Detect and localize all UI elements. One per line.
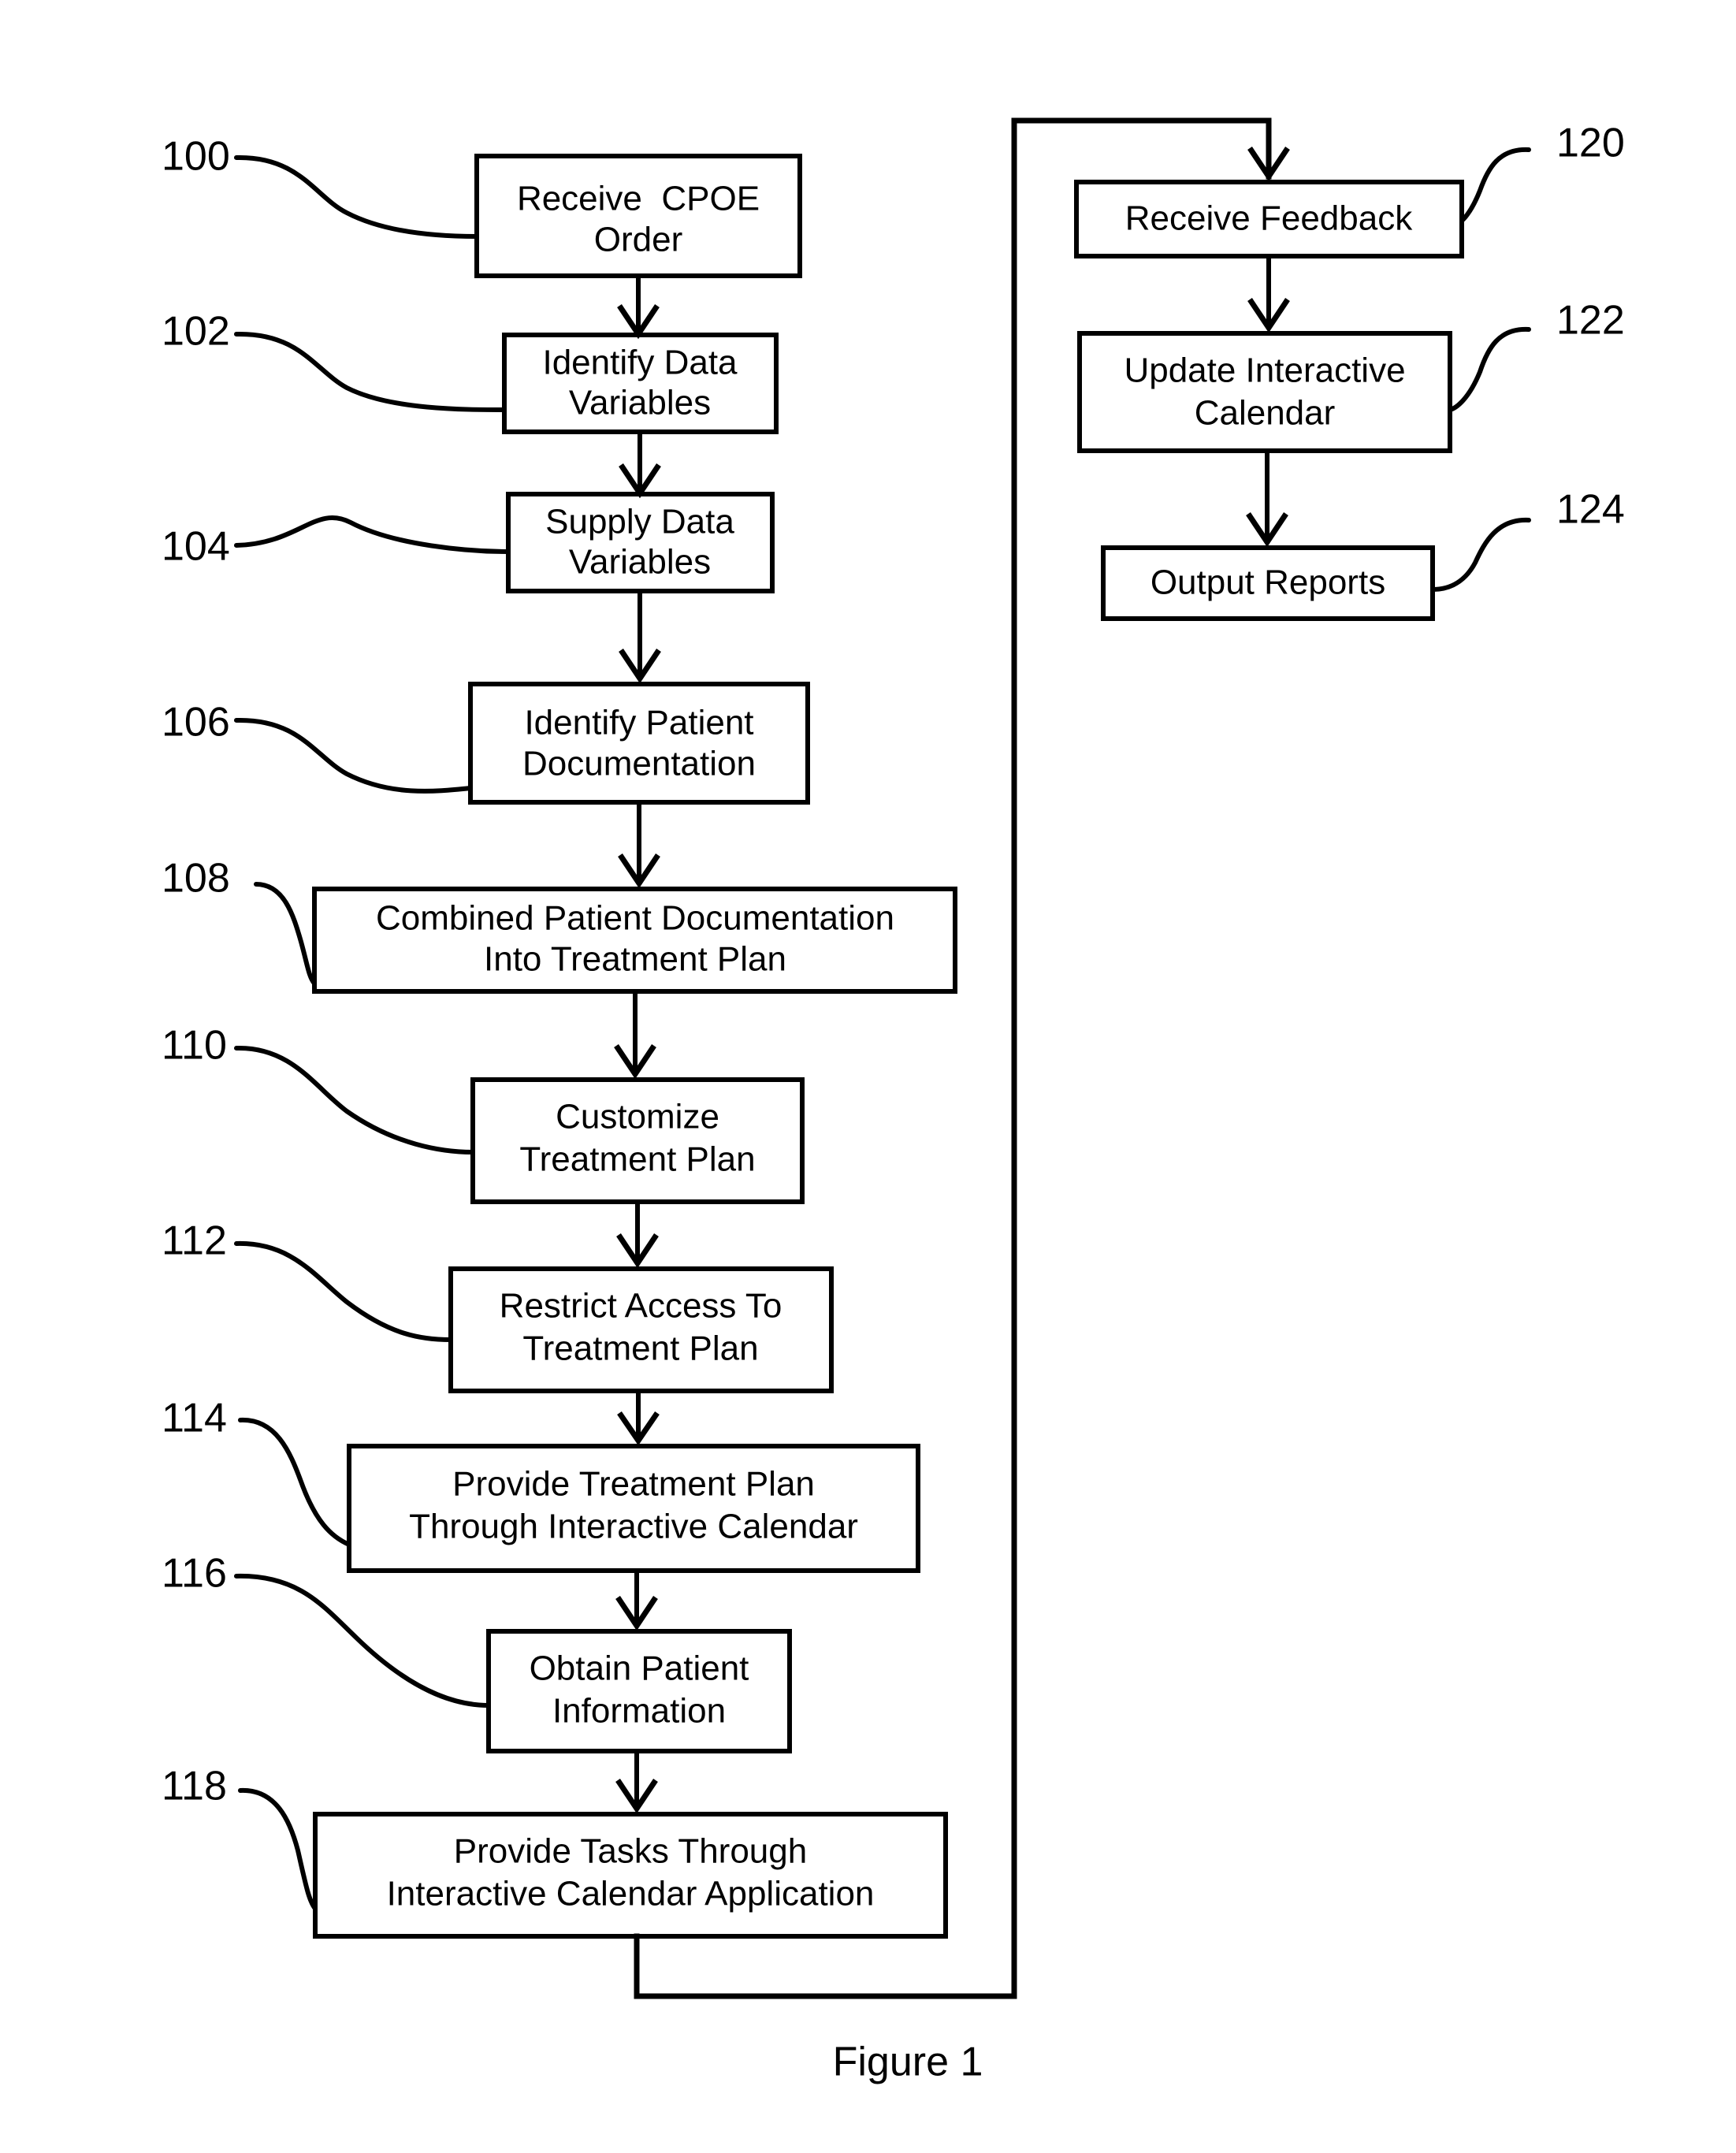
process-box-118-line2: Interactive Calendar Application (387, 1875, 875, 1913)
process-box-122-line1: Update Interactive (1124, 351, 1405, 390)
process-box-114-line1: Provide Treatment Plan (452, 1465, 815, 1504)
connector-116-to-118 (615, 1751, 658, 1814)
ref-label-114: 114 (162, 1396, 227, 1441)
connector-102-to-104 (619, 432, 661, 499)
process-box-102-line2: Variables (569, 384, 711, 422)
process-box-100-line2: Order (594, 221, 682, 259)
leader-line-110 (234, 1045, 475, 1155)
ref-label-108: 108 (162, 856, 230, 902)
ref-label-104: 104 (162, 524, 230, 570)
process-box-112-line2: Treatment Plan (522, 1329, 758, 1368)
ref-label-122: 122 (1556, 298, 1625, 344)
process-box-106-line2: Documentation (522, 745, 756, 783)
process-box-120-line1: Receive Feedback (1125, 199, 1413, 238)
process-box-110-line2: Treatment Plan (519, 1140, 755, 1179)
connector-112-to-114 (617, 1391, 660, 1446)
process-box-114: Provide Treatment Plan Through Interacti… (347, 1444, 920, 1573)
connector-106-to-108 (618, 802, 660, 889)
process-box-104-line1: Supply Data (545, 503, 734, 541)
leader-line-108 (254, 882, 317, 986)
figure-canvas: Receive CPOE Order Identify Data Variabl… (0, 0, 1736, 2153)
process-box-118-line1: Provide Tasks Through (454, 1832, 807, 1871)
connector-110-to-112 (616, 1202, 659, 1269)
process-box-116-line2: Information (552, 1692, 726, 1731)
process-box-122-line2: Calendar (1195, 394, 1336, 433)
ref-label-120: 120 (1556, 121, 1625, 166)
process-box-108-line2: Into Treatment Plan (484, 940, 786, 979)
process-box-100-line1: Receive CPOE (517, 180, 760, 218)
ref-label-116: 116 (162, 1551, 227, 1597)
leader-line-106 (234, 717, 473, 794)
leader-line-100 (234, 154, 479, 239)
leader-line-124 (1430, 517, 1531, 592)
process-box-114-line2: Through Interactive Calendar (409, 1508, 858, 1546)
leader-line-116 (234, 1573, 491, 1708)
process-box-106: Identify Patient Documentation (468, 682, 810, 805)
process-box-100: Receive CPOE Order (474, 154, 802, 278)
process-box-118: Provide Tasks Through Interactive Calend… (313, 1812, 948, 1939)
process-box-112-line1: Restrict Access To (500, 1287, 783, 1326)
process-box-116-line1: Obtain Patient (530, 1649, 749, 1688)
process-box-110-line1: Customize (556, 1098, 719, 1136)
process-box-102-line1: Identify Data (542, 344, 738, 382)
leader-line-118 (238, 1787, 318, 1911)
leader-line-122 (1448, 326, 1531, 412)
connector-122-to-124 (1246, 451, 1288, 548)
connector-104-to-106 (619, 591, 661, 684)
ref-label-112: 112 (162, 1218, 227, 1264)
process-box-124: Output Reports (1101, 545, 1435, 621)
process-box-112: Restrict Access To Treatment Plan (448, 1266, 834, 1393)
figure-caption: Figure 1 (833, 2040, 983, 2085)
process-box-124-line1: Output Reports (1151, 563, 1385, 602)
ref-label-106: 106 (162, 700, 230, 746)
connector-114-to-116 (615, 1571, 658, 1631)
ref-label-102: 102 (162, 309, 230, 355)
ref-label-110: 110 (162, 1023, 227, 1069)
connector-120-to-122 (1247, 256, 1290, 333)
process-box-108-line1: Combined Patient Documentation (376, 899, 894, 938)
process-box-116: Obtain Patient Information (486, 1629, 792, 1753)
flowchart-diagram: Receive CPOE Order Identify Data Variabl… (162, 117, 1625, 2085)
leader-line-102 (234, 331, 507, 412)
ref-label-124: 124 (1556, 487, 1625, 533)
connector-100-to-102 (617, 276, 660, 340)
process-box-106-rect (468, 682, 810, 805)
process-box-104-line2: Variables (569, 543, 711, 582)
process-box-108: Combined Patient Documentation Into Trea… (312, 887, 957, 994)
process-box-104: Supply Data Variables (506, 492, 775, 593)
leader-line-104 (234, 515, 511, 554)
connector-108-to-110 (614, 991, 656, 1080)
leader-line-120 (1459, 147, 1531, 223)
process-box-102: Identify Data Variables (502, 333, 779, 434)
process-box-110: Customize Treatment Plan (470, 1077, 805, 1204)
ref-label-100: 100 (162, 134, 230, 180)
process-box-106-line1: Identify Patient (524, 704, 753, 742)
ref-label-118: 118 (162, 1764, 227, 1809)
process-box-122: Update Interactive Calendar (1077, 331, 1452, 453)
process-box-120: Receive Feedback (1074, 180, 1464, 258)
leader-line-114 (238, 1417, 351, 1547)
leader-line-112 (234, 1240, 453, 1342)
